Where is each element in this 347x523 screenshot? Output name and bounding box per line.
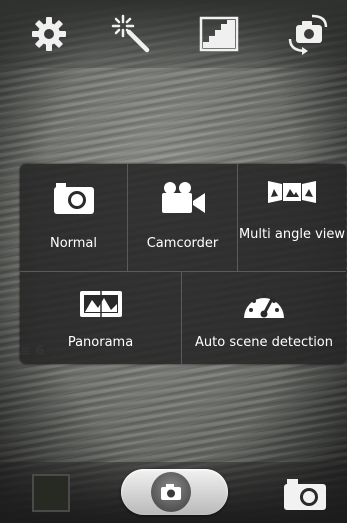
- settings-button[interactable]: [22, 8, 76, 60]
- effects-button[interactable]: [104, 8, 158, 60]
- mode-multi-angle-view[interactable]: Multi angle view: [238, 164, 346, 271]
- gallery-thumbnail[interactable]: [32, 474, 70, 512]
- mode-panorama-label: Panorama: [67, 335, 134, 350]
- camera-mode-icon: [284, 479, 326, 510]
- camcorder-icon: [161, 182, 205, 213]
- mode-normal[interactable]: Normal: [20, 164, 128, 271]
- settings-gear-icon: [32, 17, 66, 51]
- exposure-icon: [199, 16, 239, 52]
- mode-auto-scene-detection-label: Auto scene detection: [195, 335, 333, 350]
- switch-camera-button[interactable]: [280, 8, 334, 60]
- shutter-camera-icon: [161, 484, 181, 500]
- mode-multi-angle-view-label: Multi angle view: [238, 227, 346, 242]
- shutter-button[interactable]: [121, 469, 228, 515]
- panorama-icon: [79, 291, 122, 317]
- mode-auto-scene-detection[interactable]: Auto scene detection: [182, 272, 346, 364]
- mode-camcorder-label: Camcorder: [146, 236, 219, 251]
- exposure-button[interactable]: [192, 8, 246, 60]
- mode-camcorder[interactable]: Camcorder: [128, 164, 238, 271]
- mode-panorama[interactable]: Panorama: [20, 272, 182, 364]
- top-toolbar: [0, 0, 347, 68]
- magic-wand-icon: [111, 14, 150, 53]
- switch-camera-icon: [288, 14, 328, 55]
- shooting-mode-menu: Normal Camcorder Multi angle view Panora…: [20, 164, 346, 364]
- gauge-icon: [244, 294, 284, 318]
- camera-mode-button[interactable]: [280, 472, 330, 516]
- camera-icon: [53, 183, 94, 214]
- multi-angle-icon: [268, 181, 316, 203]
- mode-normal-label: Normal: [49, 236, 98, 251]
